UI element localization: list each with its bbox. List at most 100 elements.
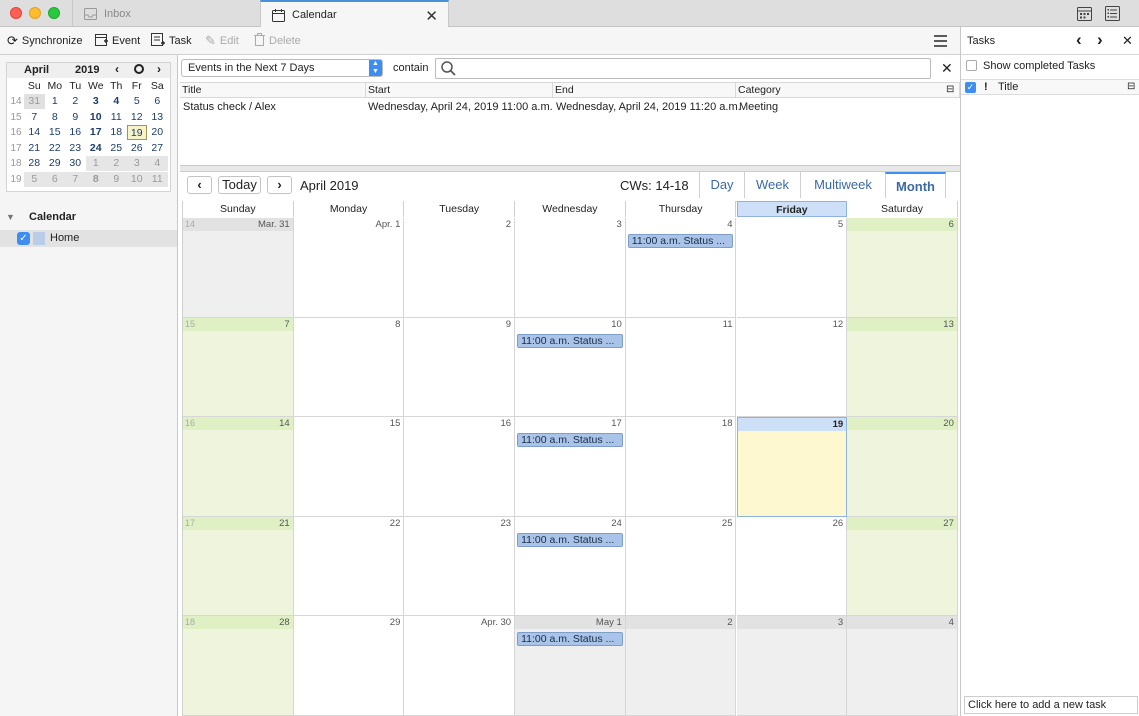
day-cell[interactable]: 18 bbox=[625, 417, 737, 517]
mini-day[interactable]: 4 bbox=[106, 94, 127, 109]
mini-day[interactable]: 10 bbox=[126, 171, 147, 187]
view-tab-day[interactable]: Day bbox=[699, 172, 744, 198]
day-cell[interactable]: 7 15 bbox=[183, 317, 294, 418]
close-filter-icon[interactable]: ✕ bbox=[941, 60, 953, 77]
column-header-end[interactable]: End bbox=[553, 83, 736, 98]
day-cell[interactable]: 4 11:00 a.m. Status ... bbox=[625, 218, 737, 318]
zoom-window-button[interactable] bbox=[48, 7, 60, 19]
day-cell[interactable]: 8 bbox=[293, 317, 405, 418]
completed-column-checkbox[interactable]: ✓ bbox=[965, 82, 976, 93]
mini-day[interactable]: 4 bbox=[147, 156, 168, 172]
mini-day[interactable]: 8 bbox=[85, 171, 106, 187]
day-cell[interactable]: 9 bbox=[404, 317, 516, 418]
mini-day[interactable]: 26 bbox=[127, 141, 148, 156]
tab-calendar[interactable]: Calendar ✕ bbox=[260, 0, 449, 28]
search-input[interactable] bbox=[435, 58, 931, 79]
mini-day[interactable]: 6 bbox=[44, 171, 65, 187]
day-cell[interactable]: May 1 11:00 a.m. Status ... bbox=[515, 616, 626, 716]
mini-day[interactable]: 13 bbox=[147, 110, 168, 125]
mini-day[interactable]: 16 bbox=[65, 125, 86, 140]
calendar-item-home[interactable]: ✓ Home bbox=[0, 230, 177, 247]
day-cell[interactable]: 6 bbox=[847, 218, 958, 318]
prev-month-button[interactable]: ‹ bbox=[187, 176, 212, 194]
day-cell[interactable]: 25 bbox=[625, 516, 737, 617]
prev-month-icon[interactable]: ‹ bbox=[115, 62, 119, 76]
mini-day[interactable]: 15 bbox=[45, 125, 66, 140]
day-cell[interactable]: 12 bbox=[736, 317, 848, 418]
new-event-button[interactable]: Event bbox=[95, 27, 140, 55]
day-cell[interactable]: 3 bbox=[736, 616, 848, 716]
view-tab-month[interactable]: Month bbox=[885, 172, 946, 198]
column-picker-icon[interactable]: ⊟ bbox=[1127, 81, 1135, 92]
event-chip[interactable]: 11:00 a.m. Status ... bbox=[517, 333, 623, 348]
title-column-header[interactable]: Title bbox=[998, 81, 1018, 93]
mini-day[interactable]: 28 bbox=[24, 156, 45, 171]
show-completed-checkbox[interactable] bbox=[966, 60, 977, 71]
mini-day[interactable]: 20 bbox=[147, 125, 168, 140]
day-cell[interactable]: 5 bbox=[736, 218, 848, 318]
day-cell[interactable]: 4 bbox=[847, 616, 958, 716]
close-pane-icon[interactable]: ✕ bbox=[1122, 33, 1133, 49]
new-task-button[interactable]: Task bbox=[151, 27, 192, 55]
next-icon[interactable]: › bbox=[1097, 30, 1103, 50]
day-cell[interactable]: 29 bbox=[293, 616, 405, 716]
mini-day[interactable]: 12 bbox=[127, 110, 148, 125]
mini-day[interactable]: 29 bbox=[45, 156, 66, 171]
edit-button[interactable]: ✎ Edit bbox=[205, 27, 239, 55]
expand-triangle-icon[interactable]: ▼ bbox=[6, 212, 15, 222]
mini-day[interactable]: 24 bbox=[86, 141, 107, 156]
mini-day[interactable]: 8 bbox=[45, 110, 66, 125]
synchronize-button[interactable]: ⟳ Synchronize bbox=[7, 27, 82, 55]
day-cell[interactable]: 15 bbox=[293, 417, 405, 517]
mini-month-name[interactable]: April bbox=[24, 64, 49, 76]
mini-day[interactable]: 2 bbox=[106, 156, 127, 172]
mini-day[interactable]: 6 bbox=[147, 94, 168, 109]
event-chip[interactable]: 11:00 a.m. Status ... bbox=[517, 433, 623, 448]
mini-day[interactable]: 19 bbox=[126, 125, 147, 141]
hamburger-menu-icon[interactable] bbox=[934, 35, 947, 50]
mini-day[interactable]: 3 bbox=[126, 156, 147, 172]
event-chip[interactable]: 11:00 a.m. Status ... bbox=[627, 234, 734, 248]
column-header-start[interactable]: Start bbox=[366, 83, 553, 98]
mini-day[interactable]: 21 bbox=[24, 141, 45, 156]
day-cell[interactable]: 3 bbox=[515, 218, 626, 318]
day-cell[interactable]: 20 bbox=[847, 417, 958, 517]
mini-day[interactable]: 14 bbox=[24, 125, 45, 140]
prev-icon[interactable]: ‹ bbox=[1076, 30, 1082, 50]
mini-month-year[interactable]: 2019 bbox=[75, 64, 99, 76]
calendar-icon[interactable] bbox=[1077, 6, 1092, 24]
mini-day[interactable]: 18 bbox=[106, 125, 127, 140]
delete-button[interactable]: Delete bbox=[254, 27, 301, 55]
day-cell[interactable]: 16 bbox=[404, 417, 516, 517]
mini-day[interactable]: 30 bbox=[65, 156, 86, 171]
mini-day[interactable]: 5 bbox=[24, 171, 45, 187]
mini-day[interactable]: 5 bbox=[127, 94, 148, 109]
today-button[interactable]: Today bbox=[218, 176, 261, 194]
mini-day[interactable]: 3 bbox=[86, 94, 107, 109]
event-chip[interactable]: 11:00 a.m. Status ... bbox=[517, 532, 623, 547]
close-tab-icon[interactable]: ✕ bbox=[425, 7, 438, 25]
home-checkbox[interactable]: ✓ bbox=[17, 232, 30, 245]
day-cell[interactable]: 27 bbox=[847, 516, 958, 617]
table-row[interactable]: Status check / Alex Wednesday, April 24,… bbox=[180, 99, 960, 115]
day-cell[interactable]: 24 11:00 a.m. Status ... bbox=[515, 516, 626, 617]
mini-day[interactable]: 17 bbox=[86, 125, 107, 140]
event-chip[interactable]: 11:00 a.m. Status ... bbox=[517, 632, 623, 647]
tab-inbox[interactable]: Inbox bbox=[72, 0, 260, 27]
day-cell[interactable]: 22 bbox=[293, 516, 405, 617]
close-window-button[interactable] bbox=[10, 7, 22, 19]
day-cell[interactable]: 19 bbox=[736, 417, 848, 517]
mini-day[interactable]: 9 bbox=[65, 110, 86, 125]
today-circle-icon[interactable] bbox=[134, 64, 144, 74]
day-cell[interactable]: Apr. 30 bbox=[404, 616, 516, 716]
day-cell[interactable]: 26 bbox=[736, 516, 848, 617]
mini-day[interactable]: 11 bbox=[147, 171, 168, 187]
mini-day[interactable]: 2 bbox=[65, 94, 86, 109]
next-month-icon[interactable]: › bbox=[157, 62, 161, 76]
mini-day[interactable]: 31 bbox=[24, 94, 45, 110]
day-cell[interactable]: 2 bbox=[625, 616, 737, 716]
priority-column-header[interactable]: ! bbox=[984, 81, 988, 93]
event-filter-select[interactable]: Events in the Next 7 Days ▲ ▼ bbox=[181, 59, 383, 77]
column-header-category[interactable]: Category bbox=[736, 83, 960, 98]
mini-day[interactable]: 7 bbox=[24, 110, 45, 125]
